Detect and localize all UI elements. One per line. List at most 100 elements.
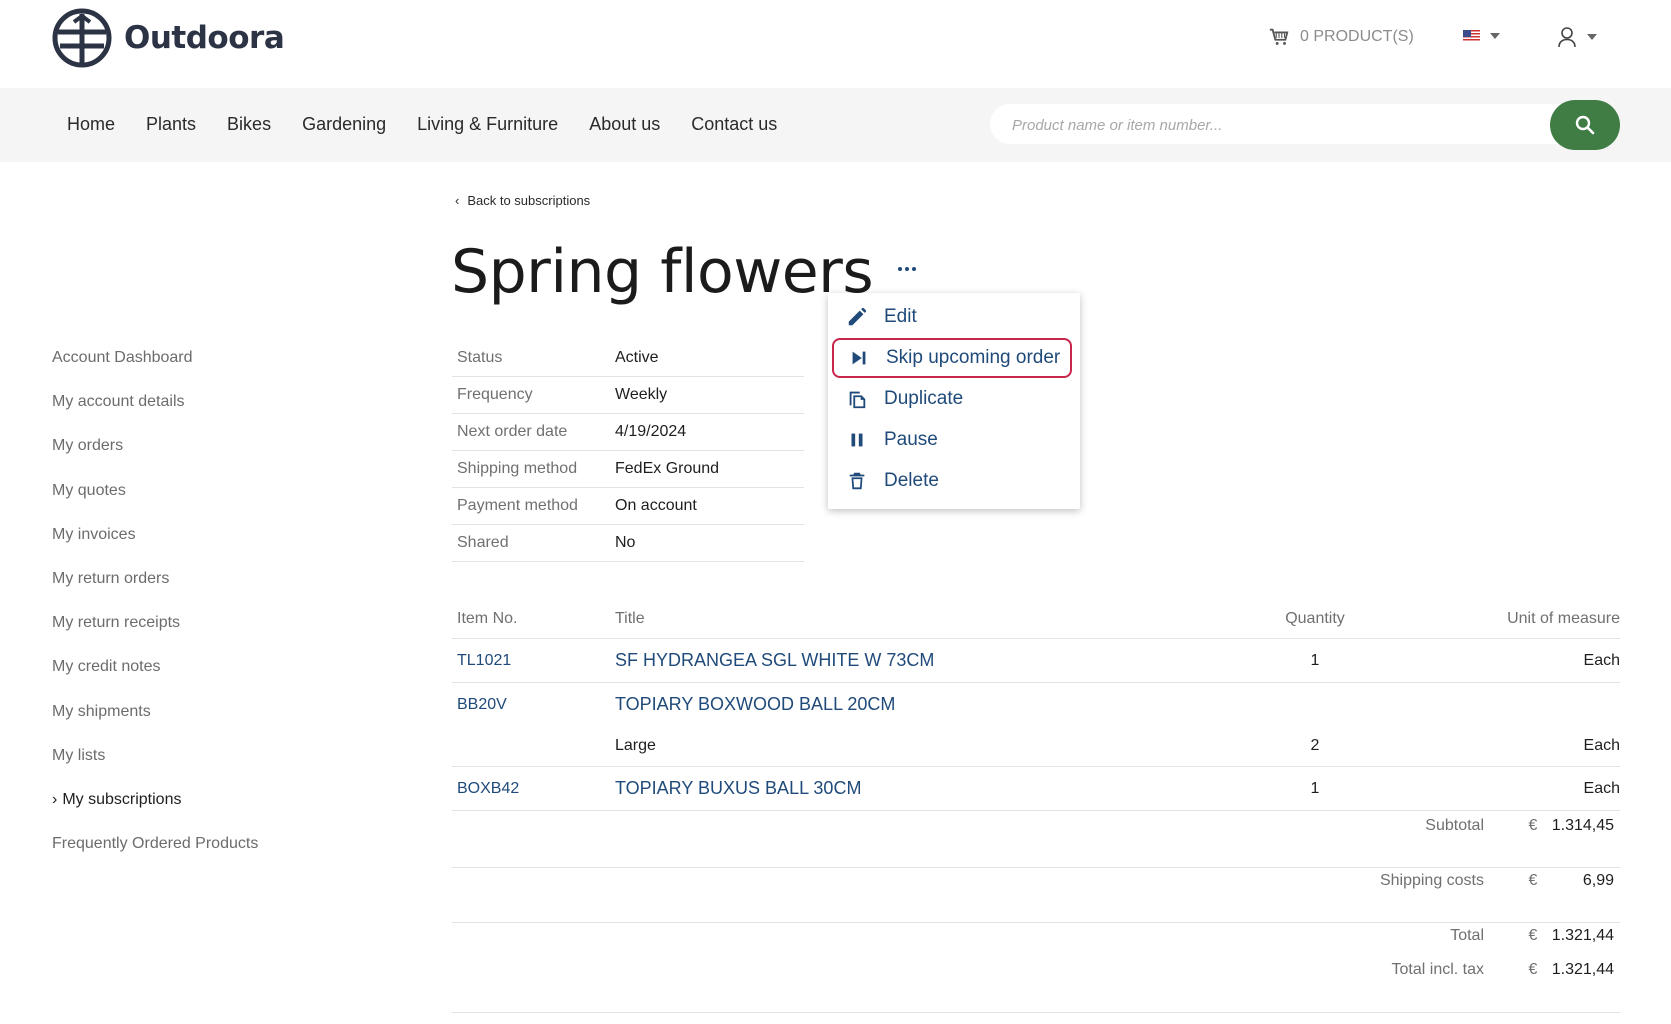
sidebar-item-orders[interactable]: My orders <box>52 436 258 480</box>
sidebar-item-account-dashboard[interactable]: Account Dashboard <box>52 348 258 392</box>
table-header: Item No. Title Quantity Unit of measure <box>452 600 1620 639</box>
subscription-properties: Status Active Frequency Weekly Next orde… <box>452 340 804 562</box>
item-quantity: 2 <box>1310 737 1320 754</box>
total-label: Total <box>1450 927 1484 944</box>
outdoora-logo-icon <box>52 8 112 68</box>
page-title: Spring flowers <box>451 237 874 307</box>
subscription-lines-table: Item No. Title Quantity Unit of measure … <box>452 600 1620 811</box>
menu-item-skip-upcoming-order[interactable]: Skip upcoming order <box>832 338 1072 378</box>
sidebar-item-return-orders[interactable]: My return orders <box>52 569 258 613</box>
property-row-next-order-date: Next order date 4/19/2024 <box>452 414 804 451</box>
item-number-link[interactable]: TL1021 <box>452 652 615 670</box>
item-quantity: 1 <box>1310 651 1320 669</box>
property-value: FedEx Ground <box>615 460 720 477</box>
menu-item-delete[interactable]: Delete <box>846 461 1072 501</box>
trash-icon <box>849 472 865 490</box>
item-variant: Large <box>615 737 656 754</box>
menu-item-label: Duplicate <box>884 388 964 409</box>
item-number-link[interactable]: BOXB42 <box>452 780 615 798</box>
copy-icon <box>849 391 866 409</box>
property-row-shared: Shared No <box>452 525 804 562</box>
sidebar-item-account-details[interactable]: My account details <box>52 392 258 436</box>
nav-menu: Home Plants Bikes Gardening Living & Fur… <box>67 114 777 135</box>
nav-item-bikes[interactable]: Bikes <box>227 114 271 135</box>
menu-item-pause[interactable]: Pause <box>846 420 1072 460</box>
item-title-link[interactable]: SF HYDRANGEA SGL WHITE W 73CM <box>615 650 1235 671</box>
menu-item-duplicate[interactable]: Duplicate <box>846 379 1072 419</box>
dot-icon <box>912 267 916 271</box>
sidebar-item-return-receipts[interactable]: My return receipts <box>52 613 258 657</box>
subtotal-value: 1.314,45 <box>1551 817 1614 834</box>
item-number-link[interactable]: BB20V <box>452 696 615 714</box>
nav-item-home[interactable]: Home <box>67 114 115 135</box>
top-header: Outdoora 0 PRODUCT(S) <box>0 0 1671 88</box>
nav-item-gardening[interactable]: Gardening <box>302 114 386 135</box>
property-value: Weekly <box>615 386 668 403</box>
property-row-shipping-method: Shipping method FedEx Ground <box>452 451 804 488</box>
total-row: Total € 1.321,44 <box>1224 927 1614 945</box>
total-incl-tax-value: 1.321,44 <box>1551 961 1614 978</box>
search-button[interactable] <box>1550 100 1620 150</box>
table-row: BB20V TOPIARY BOXWOOD BALL 20CM <box>452 683 1620 726</box>
item-uom: Each <box>1583 651 1620 669</box>
shipping-value: 6,99 <box>1582 872 1614 889</box>
property-label: Frequency <box>457 386 533 403</box>
subtotal-row: Subtotal € 1.314,45 <box>1224 817 1614 835</box>
total-incl-tax-label: Total incl. tax <box>1391 961 1484 978</box>
nav-item-contact-us[interactable]: Contact us <box>691 114 777 135</box>
brand-logo[interactable]: Outdoora <box>52 8 285 68</box>
menu-item-label: Edit <box>884 306 917 327</box>
nav-item-about-us[interactable]: About us <box>589 114 660 135</box>
sidebar-item-invoices[interactable]: My invoices <box>52 525 258 569</box>
us-flag-icon <box>1463 30 1480 42</box>
sidebar-item-lists[interactable]: My lists <box>52 746 258 790</box>
sidebar-item-shipments[interactable]: My shipments <box>52 702 258 746</box>
sidebar-item-subscriptions[interactable]: My subscriptions <box>52 790 258 834</box>
account-sidebar: Account Dashboard My account details My … <box>52 348 258 878</box>
divider <box>452 922 1620 923</box>
cart-button[interactable]: 0 PRODUCT(S) <box>1268 26 1414 48</box>
account-menu[interactable] <box>1557 26 1597 48</box>
item-title-link[interactable]: TOPIARY BUXUS BALL 30CM <box>615 778 1235 799</box>
nav-item-plants[interactable]: Plants <box>146 114 196 135</box>
pencil-icon <box>848 307 867 326</box>
brand-name: Outdoora <box>124 20 285 56</box>
nav-item-living-furniture[interactable]: Living & Furniture <box>417 114 558 135</box>
total-value: 1.321,44 <box>1551 927 1614 944</box>
search-input[interactable] <box>1010 104 1534 146</box>
property-label: Status <box>457 349 503 366</box>
main-navigation: Home Plants Bikes Gardening Living & Fur… <box>0 88 1671 162</box>
cart-label: 0 PRODUCT(S) <box>1300 28 1414 45</box>
property-label: Payment method <box>457 497 578 514</box>
property-value: On account <box>615 497 697 514</box>
item-uom: Each <box>1583 737 1620 754</box>
shipping-label: Shipping costs <box>1379 872 1484 889</box>
menu-item-label: Pause <box>884 429 938 450</box>
table-row: TL1021 SF HYDRANGEA SGL WHITE W 73CM 1 E… <box>452 639 1620 683</box>
menu-item-label: Delete <box>884 470 939 491</box>
menu-item-label: Skip upcoming order <box>886 347 1061 368</box>
property-label: Shared <box>457 534 509 551</box>
item-title-link[interactable]: TOPIARY BOXWOOD BALL 20CM <box>615 694 1235 715</box>
currency-symbol: € <box>1528 817 1538 834</box>
menu-item-edit[interactable]: Edit <box>846 297 1072 337</box>
back-link-label: Back to subscriptions <box>467 193 591 208</box>
property-row-status: Status Active <box>452 340 804 377</box>
sidebar-item-frequently-ordered[interactable]: Frequently Ordered Products <box>52 834 258 878</box>
cart-icon <box>1269 28 1289 45</box>
back-link[interactable]: ‹ Back to subscriptions <box>455 193 590 208</box>
sidebar-item-quotes[interactable]: My quotes <box>52 481 258 525</box>
property-label: Next order date <box>457 423 568 440</box>
property-row-payment-method: Payment method On account <box>452 488 804 525</box>
property-label: Shipping method <box>457 460 578 477</box>
language-selector[interactable] <box>1463 30 1500 42</box>
more-actions-button[interactable] <box>898 262 920 276</box>
subtotal-label: Subtotal <box>1425 817 1484 834</box>
search-box <box>990 104 1620 146</box>
shipping-row: Shipping costs € 6,99 <box>1224 872 1614 890</box>
column-header-title: Title <box>615 610 645 627</box>
divider <box>452 1012 1620 1013</box>
property-value: Active <box>615 349 659 366</box>
sidebar-item-credit-notes[interactable]: My credit notes <box>52 657 258 701</box>
chevron-left-icon: ‹ <box>455 193 460 208</box>
